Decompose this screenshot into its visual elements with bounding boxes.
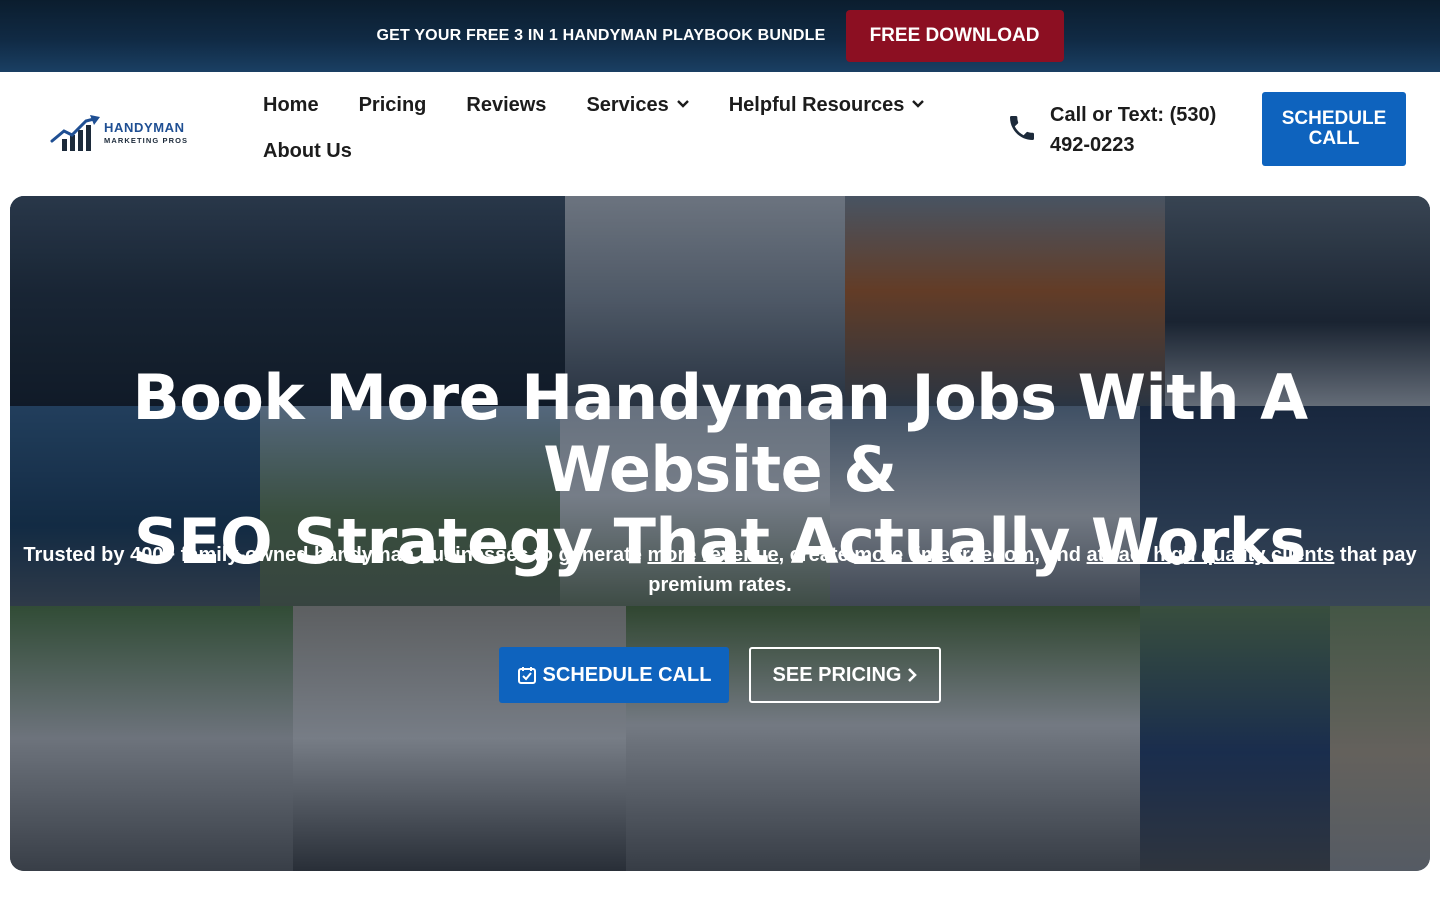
schedule-call-button-header[interactable]: SCHEDULE CALL [1262, 92, 1406, 166]
hero-subtitle: Trusted by 400+ family-owned handyman bu… [20, 540, 1420, 600]
see-pricing-button[interactable]: SEE PRICING [749, 647, 941, 703]
chevron-down-icon [676, 100, 689, 108]
link-attract-high-quality-clients[interactable]: attract high quality clients [1087, 544, 1335, 566]
nav-item-helpful-resources[interactable]: Helpful Resources [729, 94, 925, 117]
hero-section: Book More Handyman Jobs With A Website &… [10, 196, 1430, 871]
free-download-button[interactable]: FREE DOWNLOAD [845, 10, 1064, 62]
subtitle-text: Trusted by 400+ family-owned handyman bu… [23, 544, 648, 566]
nav-item-about-us[interactable]: About Us [263, 140, 352, 163]
nav-item-label: Reviews [466, 93, 547, 116]
schedule-call-button[interactable]: SCHEDULE CALL [499, 647, 729, 703]
link-more-time-freedom[interactable]: more time freedom [854, 544, 1034, 566]
link-more-revenue[interactable]: more revenue [647, 544, 778, 566]
nav-item-label: Services [586, 93, 669, 116]
calendar-check-icon [517, 667, 536, 684]
logo[interactable]: HANDYMAN MARKETING PROS [50, 108, 200, 158]
chevron-right-icon [908, 668, 918, 682]
site-header: HANDYMAN MARKETING PROS Home Pricing Rev… [0, 72, 1440, 196]
nav-item-services[interactable]: Services [586, 93, 689, 117]
promo-bar: GET YOUR FREE 3 IN 1 HANDYMAN PLAYBOOK B… [0, 0, 1440, 72]
nav-item-reviews[interactable]: Reviews [466, 94, 546, 117]
promo-text: GET YOUR FREE 3 IN 1 HANDYMAN PLAYBOOK B… [376, 27, 826, 44]
logo-chart-icon [50, 115, 100, 151]
nav-row-1: Home Pricing Reviews Services Helpful Re… [263, 92, 953, 118]
nav-row-2: About Us [263, 138, 953, 164]
phone-icon [1010, 116, 1034, 140]
see-pricing-label: SEE PRICING [772, 663, 902, 686]
subtitle-text: , and [1034, 544, 1087, 566]
nav-item-label: About Us [263, 139, 352, 162]
nav-item-pricing[interactable]: Pricing [359, 94, 427, 117]
hero-cta-row: SCHEDULE CALL SEE PRICING [499, 647, 941, 703]
nav-item-label: Home [263, 93, 319, 116]
nav-item-home[interactable]: Home [263, 94, 319, 117]
subtitle-text: , create [778, 544, 855, 566]
phone-number: Call or Text: (530) 492-0223 [1050, 104, 1217, 156]
logo-line1: HANDYMAN [104, 120, 185, 136]
hero-title-line1: Book More Handyman Jobs With A Website & [132, 361, 1308, 506]
chevron-down-icon [912, 100, 925, 108]
main-nav: Home Pricing Reviews Services Helpful Re… [263, 92, 953, 184]
nav-item-label: Pricing [358, 93, 427, 116]
nav-item-label: Helpful Resources [728, 93, 905, 116]
logo-text: HANDYMAN MARKETING PROS [104, 121, 188, 145]
logo-line2: MARKETING PROS [104, 136, 189, 146]
schedule-call-label: SCHEDULE CALL [542, 663, 712, 686]
phone-contact[interactable]: Call or Text: (530) 492-0223 [1006, 100, 1230, 160]
